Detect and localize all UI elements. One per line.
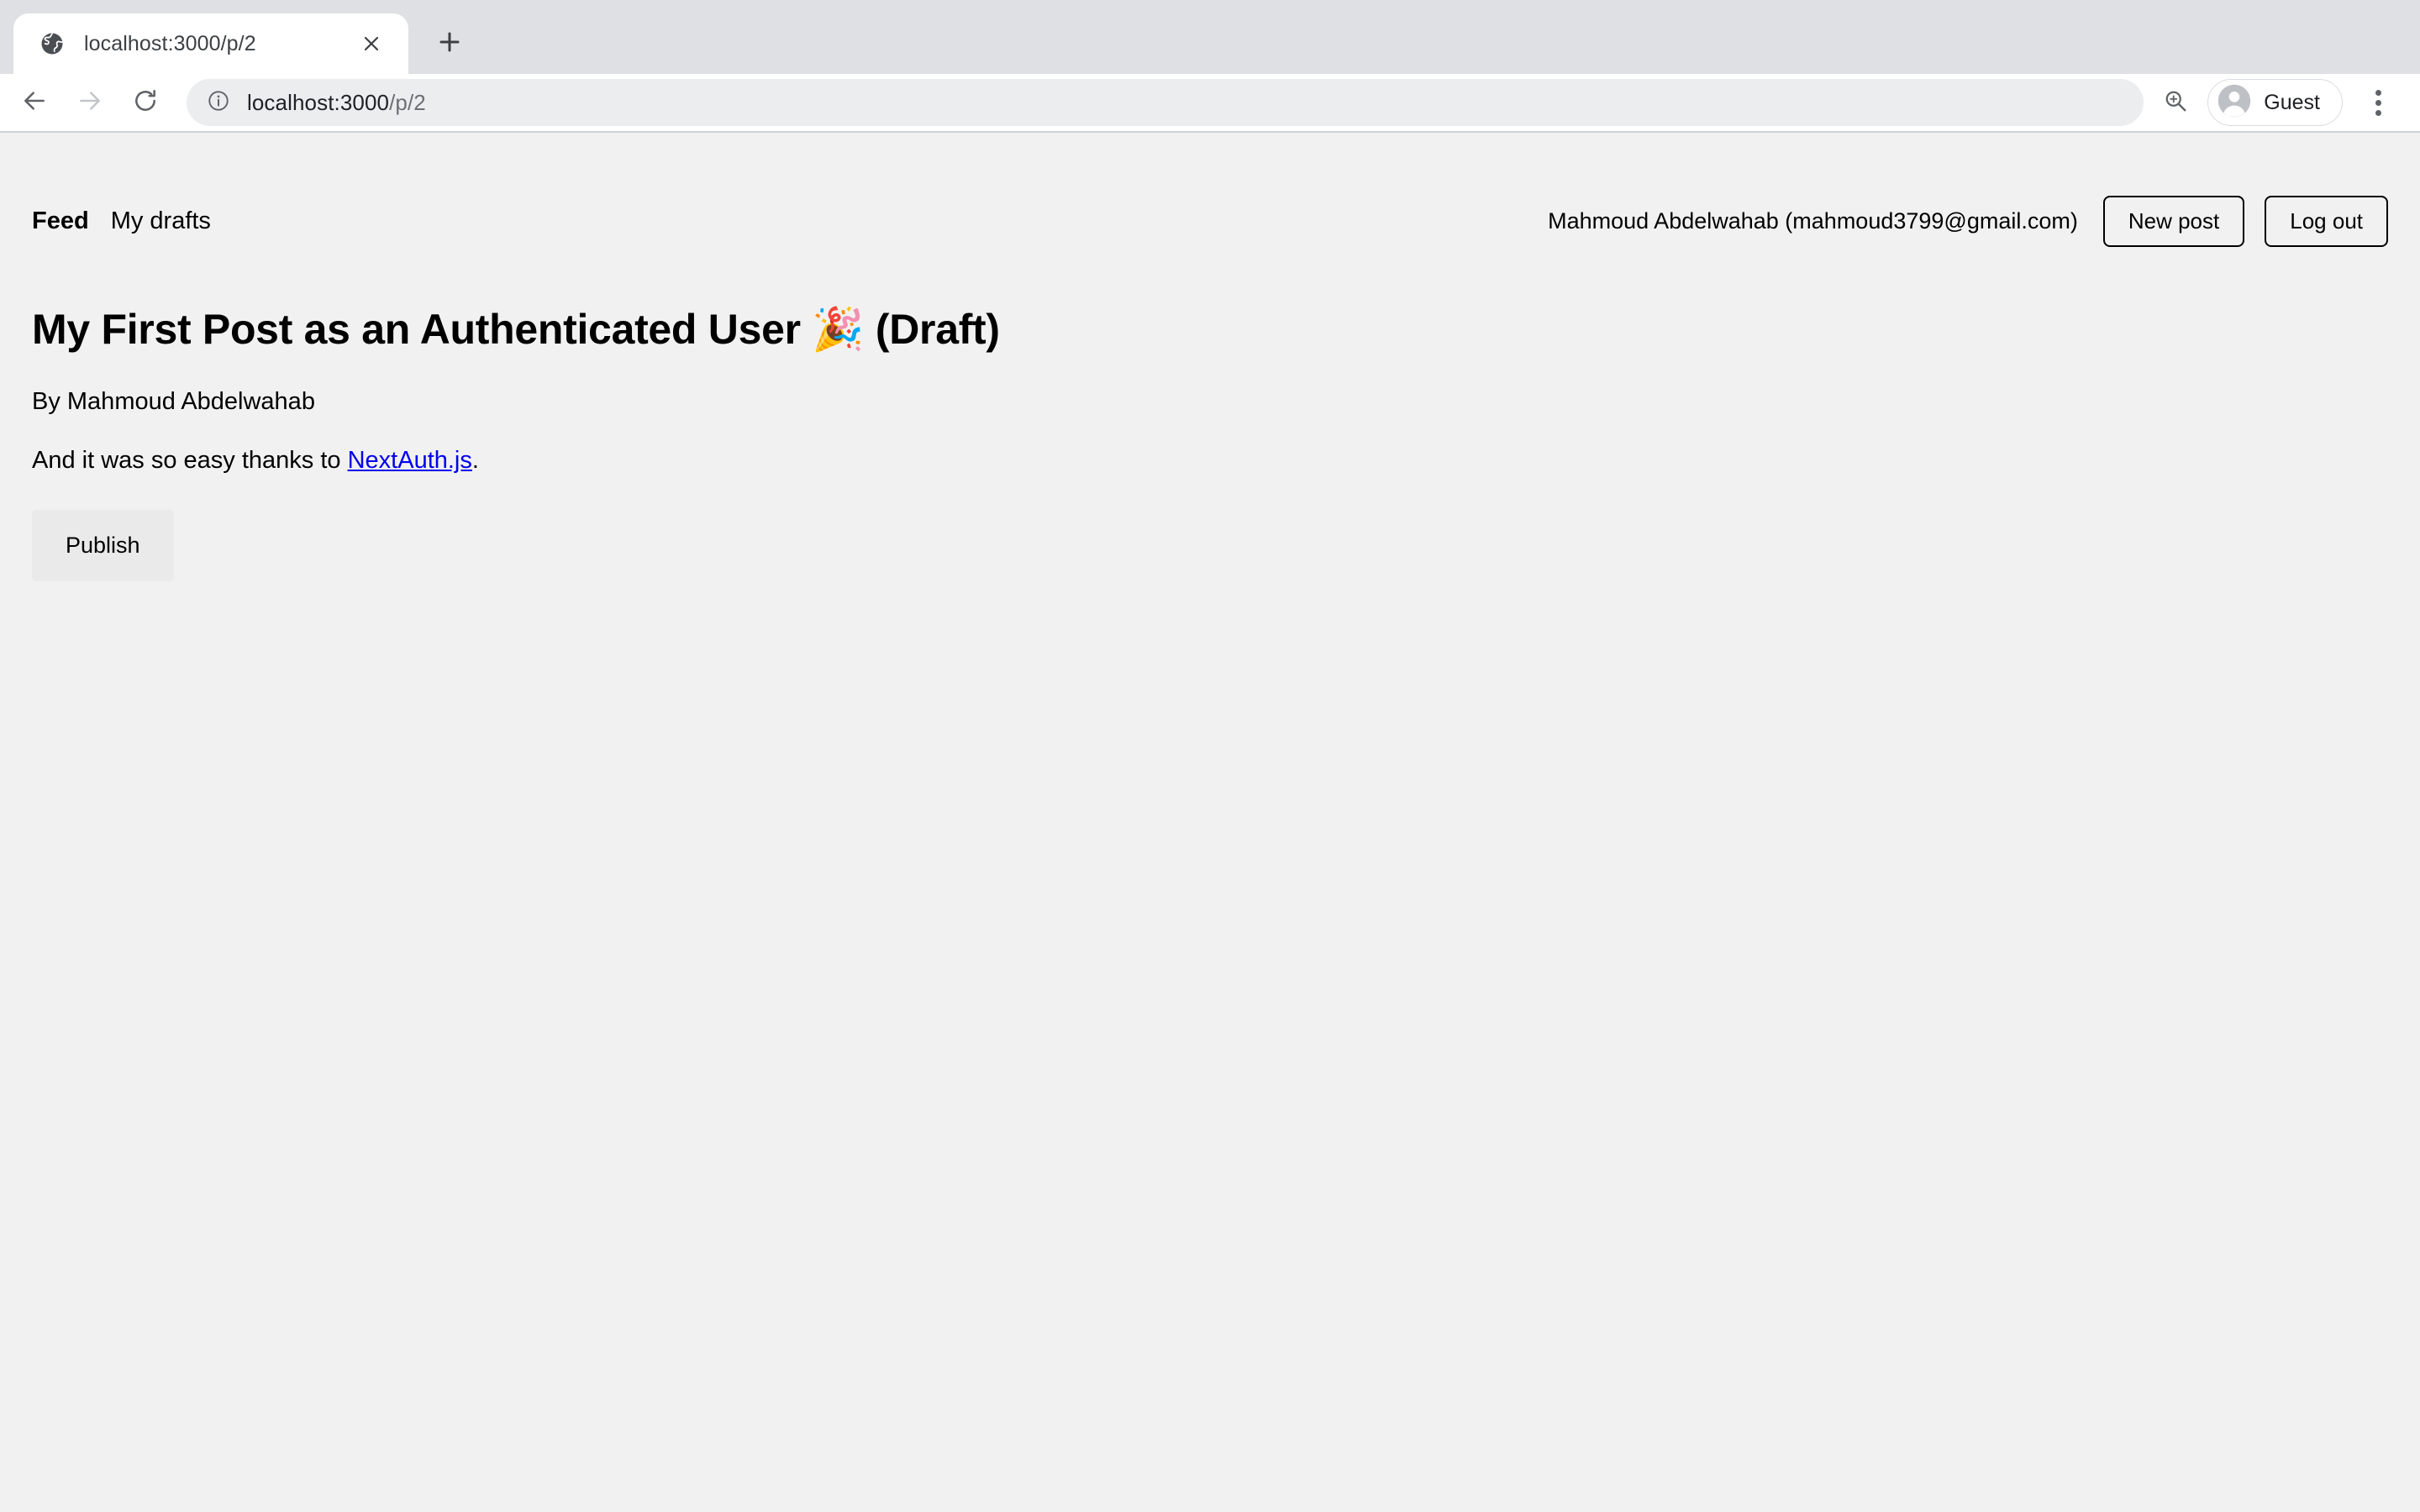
- profile-button[interactable]: Guest: [2207, 79, 2343, 126]
- address-bar[interactable]: localhost:3000/p/2: [187, 79, 2144, 126]
- post-body-text-after: .: [472, 447, 479, 474]
- tab-title: localhost:3000/p/2: [84, 32, 334, 56]
- forward-button[interactable]: [64, 76, 116, 129]
- zoom-in-button[interactable]: [2154, 81, 2197, 124]
- nextauth-link[interactable]: NextAuth.js: [348, 447, 472, 474]
- post-author: By Mahmoud Abdelwahab: [32, 388, 2388, 416]
- arrow-right-icon: [76, 87, 103, 118]
- account-actions: Mahmoud Abdelwahab (mahmoud3799@gmail.co…: [1548, 196, 2388, 247]
- nav-item-feed[interactable]: Feed: [32, 207, 89, 235]
- post-body-text-before: And it was so easy thanks to: [32, 447, 348, 474]
- reload-icon: [132, 87, 159, 118]
- new-tab-button[interactable]: [424, 18, 476, 70]
- browser-window: localhost:3000/p/2: [0, 0, 2420, 1512]
- three-dots-vertical-icon: [2375, 90, 2381, 116]
- reload-button[interactable]: [119, 76, 171, 129]
- new-post-button[interactable]: New post: [2103, 196, 2244, 247]
- url-host: localhost:3000: [247, 90, 389, 115]
- person-avatar-icon: [2217, 83, 2252, 123]
- log-out-button[interactable]: Log out: [2265, 196, 2388, 247]
- url-path: /p/2: [389, 90, 426, 115]
- post-article: My First Post as an Authenticated User 🎉…: [32, 255, 2388, 582]
- profile-label: Guest: [2264, 91, 2320, 115]
- post-title: My First Post as an Authenticated User 🎉…: [32, 304, 2388, 354]
- tab-strip: localhost:3000/p/2: [0, 0, 2420, 74]
- page-viewport: Feed My drafts Mahmoud Abdelwahab (mahmo…: [0, 133, 2420, 1512]
- browser-menu-button[interactable]: [2354, 79, 2402, 126]
- post-body: And it was so easy thanks to NextAuth.js…: [32, 447, 2388, 475]
- close-icon[interactable]: [353, 25, 390, 62]
- zoom-in-icon: [2163, 88, 2188, 118]
- back-button[interactable]: [8, 76, 60, 129]
- arrow-left-icon: [21, 87, 48, 118]
- nav-item-my-drafts[interactable]: My drafts: [111, 207, 211, 235]
- publish-button[interactable]: Publish: [32, 510, 174, 582]
- plus-icon: [437, 29, 462, 59]
- browser-toolbar: localhost:3000/p/2 Guest: [0, 74, 2420, 131]
- page-container: Feed My drafts Mahmoud Abdelwahab (mahmo…: [0, 133, 2420, 581]
- globe-icon: [39, 30, 66, 57]
- site-header: Feed My drafts Mahmoud Abdelwahab (mahmo…: [32, 133, 2388, 255]
- info-circle-icon[interactable]: [207, 89, 230, 117]
- address-bar-url: localhost:3000/p/2: [247, 90, 2125, 116]
- browser-tab[interactable]: localhost:3000/p/2: [13, 13, 408, 74]
- primary-nav: Feed My drafts: [32, 207, 211, 235]
- signed-in-user: Mahmoud Abdelwahab (mahmoud3799@gmail.co…: [1548, 208, 2078, 234]
